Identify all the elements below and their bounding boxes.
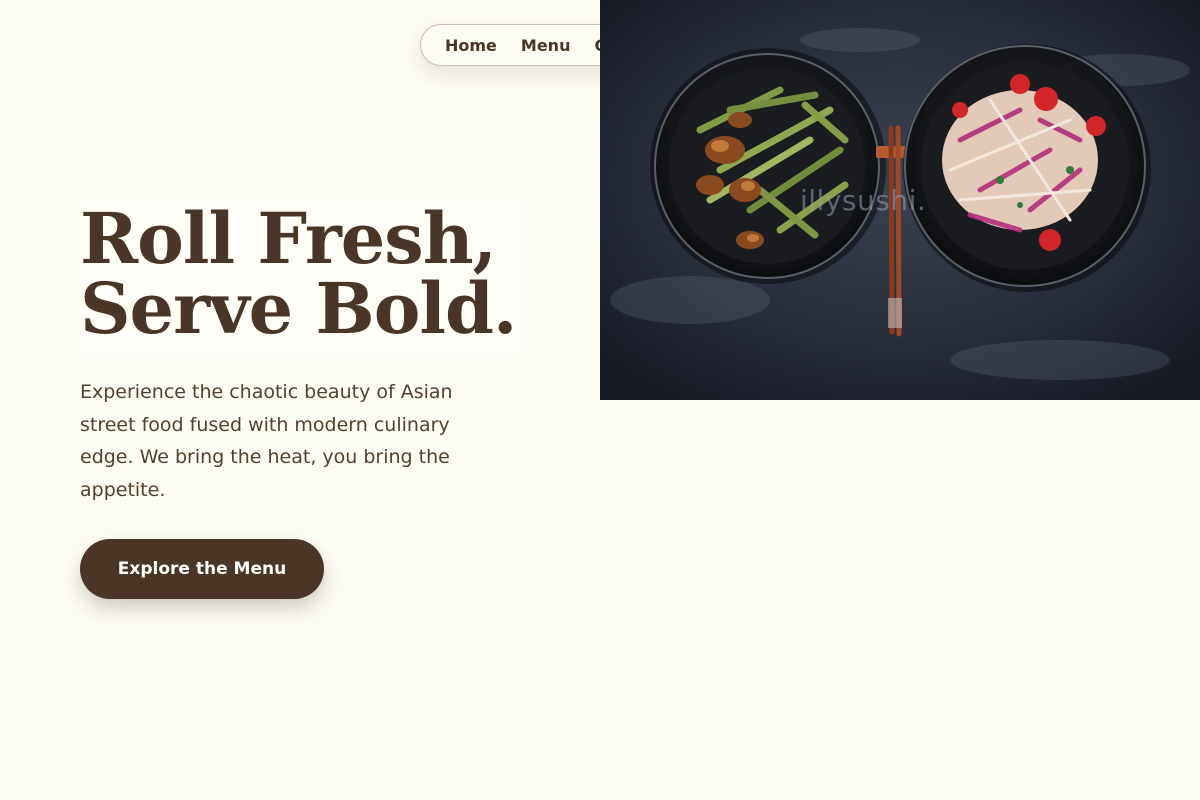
left-bowl [650,48,886,284]
nav-item-home[interactable]: Home [445,36,497,55]
headline-line-2: Serve Bold. [80,267,517,350]
hero-headline: Roll Fresh, Serve Bold. [78,198,521,358]
explore-menu-button[interactable]: Explore the Menu [80,539,324,599]
headline-line-1: Roll Fresh, [80,197,497,280]
right-bowl [903,44,1151,292]
hero-description: Experience the chaotic beauty of Asian s… [80,381,453,501]
hero-image: illysushi. [600,0,1200,400]
nav-item-menu[interactable]: Menu [521,36,571,55]
food-photo [600,0,1200,400]
